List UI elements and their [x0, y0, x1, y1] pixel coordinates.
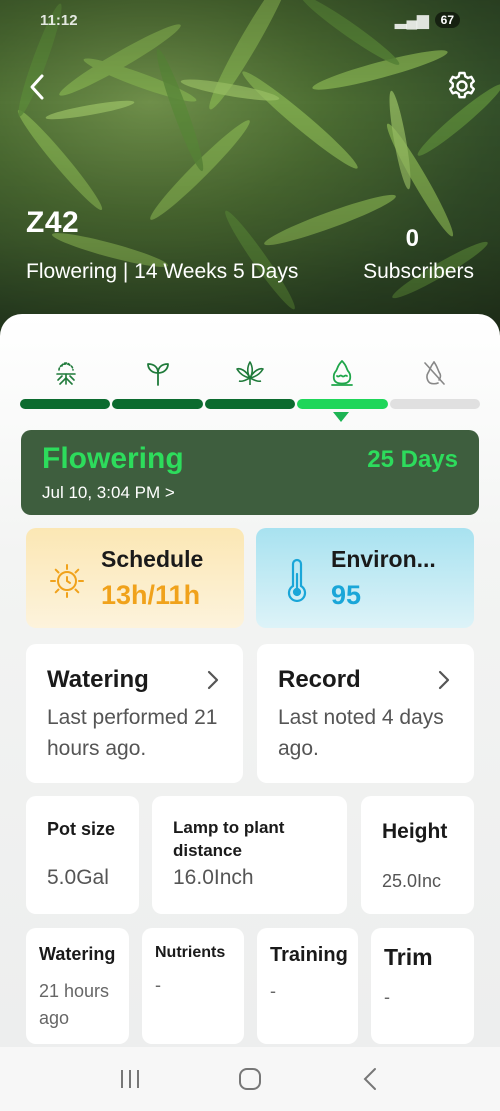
record-last-noted: Last noted 4 days ago.: [278, 706, 444, 760]
plant-photo: [0, 0, 500, 340]
sun-icon: [50, 564, 84, 598]
thermometer-icon: [287, 558, 307, 602]
watering-card[interactable]: Watering Last performed 21 hours ago.: [26, 644, 243, 783]
lamp-distance-card[interactable]: Lamp to plant distance 16.0Inch: [152, 796, 347, 914]
environment-value: 95: [331, 580, 362, 610]
watering-small-card[interactable]: Watering 21 hours ago: [26, 928, 129, 1044]
nutrients-value: -: [155, 975, 161, 995]
back-arrow-icon: [363, 1068, 376, 1090]
record-title: Record: [278, 666, 361, 693]
trim-card[interactable]: Trim -: [371, 928, 474, 1044]
phase-title: Flowering: [42, 442, 184, 475]
chevron-left-icon: [30, 74, 44, 100]
progress-segment: [20, 399, 111, 409]
phase-card[interactable]: Flowering 25 Days Jul 10, 3:04 PM >: [21, 430, 479, 515]
flowering-icon: [331, 360, 353, 386]
pot-size-value: 5.0Gal: [47, 866, 109, 889]
trim-label: Trim: [384, 944, 433, 970]
nutrients-label: Nutrients: [155, 944, 226, 961]
stage-harvest[interactable]: [414, 356, 454, 390]
progress-segment: [204, 399, 296, 409]
watering-small-label: Watering: [39, 944, 116, 964]
pot-size-card[interactable]: Pot size 5.0Gal: [26, 796, 139, 914]
stage-progress-bar: [20, 399, 481, 409]
battery-icon: 67: [434, 12, 460, 28]
schedule-card[interactable]: Schedule 13h/11h: [26, 528, 244, 628]
current-stage-pointer: [333, 412, 349, 422]
system-back-button[interactable]: [345, 1059, 395, 1099]
height-card[interactable]: Height 25.0Inc: [361, 796, 474, 914]
recent-apps-button[interactable]: [105, 1059, 155, 1099]
seedling-icon: [147, 363, 169, 386]
status-time: 11:12: [40, 11, 78, 29]
schedule-value: 13h/11h: [101, 580, 201, 610]
stage-flowering[interactable]: [322, 356, 362, 390]
stage-germination[interactable]: [46, 356, 86, 390]
schedule-title: Schedule: [101, 546, 204, 572]
settings-button[interactable]: [444, 68, 480, 104]
training-card[interactable]: Training -: [257, 928, 358, 1044]
phase-start-date[interactable]: Jul 10, 3:04 PM >: [42, 483, 175, 503]
training-value: -: [270, 981, 276, 1001]
lamp-distance-value: 16.0Inch: [173, 866, 254, 889]
nutrients-card[interactable]: Nutrients -: [142, 928, 244, 1044]
system-navigation-bar: [0, 1047, 500, 1111]
recent-apps-icon: [121, 1070, 139, 1088]
harvest-disabled-icon: [424, 361, 445, 385]
pot-size-label: Pot size: [47, 819, 116, 839]
plant-name: Z42: [26, 206, 80, 239]
progress-segment: [112, 399, 203, 409]
height-label: Height: [382, 820, 448, 843]
stage-icons: [20, 356, 480, 396]
training-label: Training: [270, 944, 348, 966]
home-icon: [239, 1068, 261, 1090]
signal-icon: ▂▄▆: [394, 12, 429, 29]
phase-days: 25 Days: [367, 446, 458, 473]
germination-icon: [56, 362, 76, 385]
back-button[interactable]: [22, 70, 52, 104]
vegetative-leaf-icon: [236, 361, 264, 385]
stage-vegetative[interactable]: [230, 356, 270, 390]
home-button[interactable]: [225, 1059, 275, 1099]
plant-stage-age: Flowering | 14 Weeks 5 Days: [26, 260, 299, 283]
plant-details-sheet: Flowering 25 Days Jul 10, 3:04 PM > Sche…: [0, 314, 500, 1111]
environment-card[interactable]: Environ... 95: [256, 528, 474, 628]
watering-title: Watering: [47, 666, 149, 693]
subscribers-count[interactable]: 0: [406, 225, 419, 253]
trim-value: -: [384, 987, 390, 1007]
lamp-distance-label: Lamp to plant distance: [173, 818, 285, 860]
gear-icon: [449, 71, 475, 99]
record-card[interactable]: Record Last noted 4 days ago.: [257, 644, 474, 783]
status-bar: 11:12 ▂▄▆ 67: [40, 8, 460, 32]
height-value: 25.0Inc: [382, 871, 442, 891]
chevron-right-icon: [207, 670, 219, 690]
chevron-right-icon: [438, 670, 450, 690]
progress-segment-current: [297, 399, 388, 409]
watering-small-value: 21 hours ago: [39, 981, 110, 1028]
stage-seedling[interactable]: [138, 356, 178, 390]
subscribers-label[interactable]: Subscribers: [363, 260, 474, 284]
environment-title: Environ...: [331, 546, 436, 572]
watering-last-performed: Last performed 21 hours ago.: [47, 706, 218, 760]
progress-segment: [389, 399, 481, 409]
